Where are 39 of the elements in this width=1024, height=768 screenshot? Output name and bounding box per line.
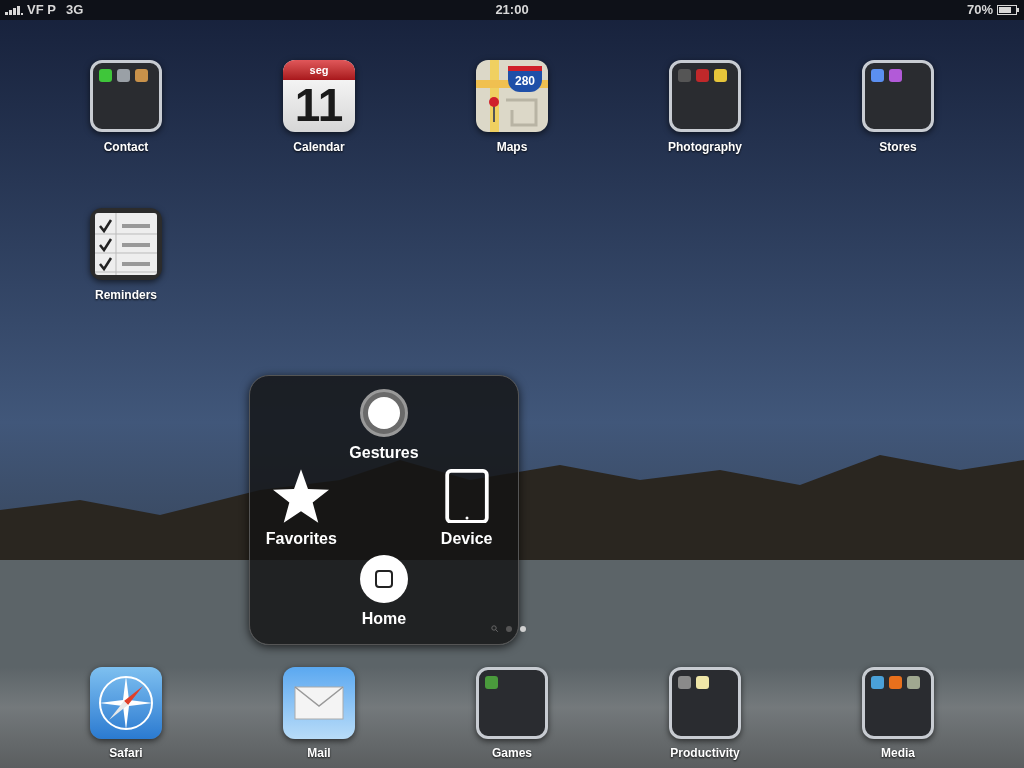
menu-option[interactable]: Home (342, 551, 426, 634)
app-label: Reminders (95, 287, 157, 304)
envelope-icon[interactable] (283, 667, 355, 739)
app-label: Photography (668, 139, 742, 156)
app-label: Safari (109, 745, 143, 761)
app-label: Games (492, 745, 532, 761)
app-label: Productivity (670, 745, 740, 761)
menu-option[interactable]: Device (425, 468, 508, 552)
network-type: 3G (65, 1, 84, 20)
home-button-icon (360, 554, 408, 603)
app-label: Mail (307, 745, 331, 761)
app-label: Maps (496, 139, 528, 156)
app-label: Contact (103, 139, 149, 156)
battery-icon (997, 5, 1019, 15)
tablet-icon (443, 468, 490, 524)
search-icon[interactable] (491, 625, 498, 632)
calendar-weekday: seg (283, 60, 355, 80)
folder-icon[interactable] (669, 60, 741, 132)
folder-icon[interactable] (862, 60, 934, 132)
battery-percent: 70% (966, 1, 993, 20)
star-icon (273, 469, 330, 523)
carrier-name: VF P (27, 1, 56, 20)
clock: 21:00 (495, 1, 529, 20)
folder-icon[interactable] (90, 60, 162, 132)
calendar-icon[interactable]: seg 11 (283, 60, 355, 132)
app-label: Media (881, 745, 915, 761)
reminders-icon[interactable] (90, 208, 162, 280)
folder-icon[interactable] (862, 667, 934, 739)
app-label: Calendar (293, 139, 345, 156)
app-label: Stores (879, 139, 917, 156)
signal-icon (5, 5, 23, 15)
menu-option[interactable]: Gestures (342, 386, 426, 469)
folder-icon[interactable] (669, 667, 741, 739)
folder-icon[interactable] (476, 667, 548, 739)
route-shield: 280 (508, 66, 542, 92)
calendar-day: 11 (294, 80, 344, 130)
menu-option[interactable]: Favorites (260, 468, 343, 552)
compass-icon[interactable] (90, 667, 162, 739)
maps-icon[interactable]: 280 (476, 60, 548, 132)
